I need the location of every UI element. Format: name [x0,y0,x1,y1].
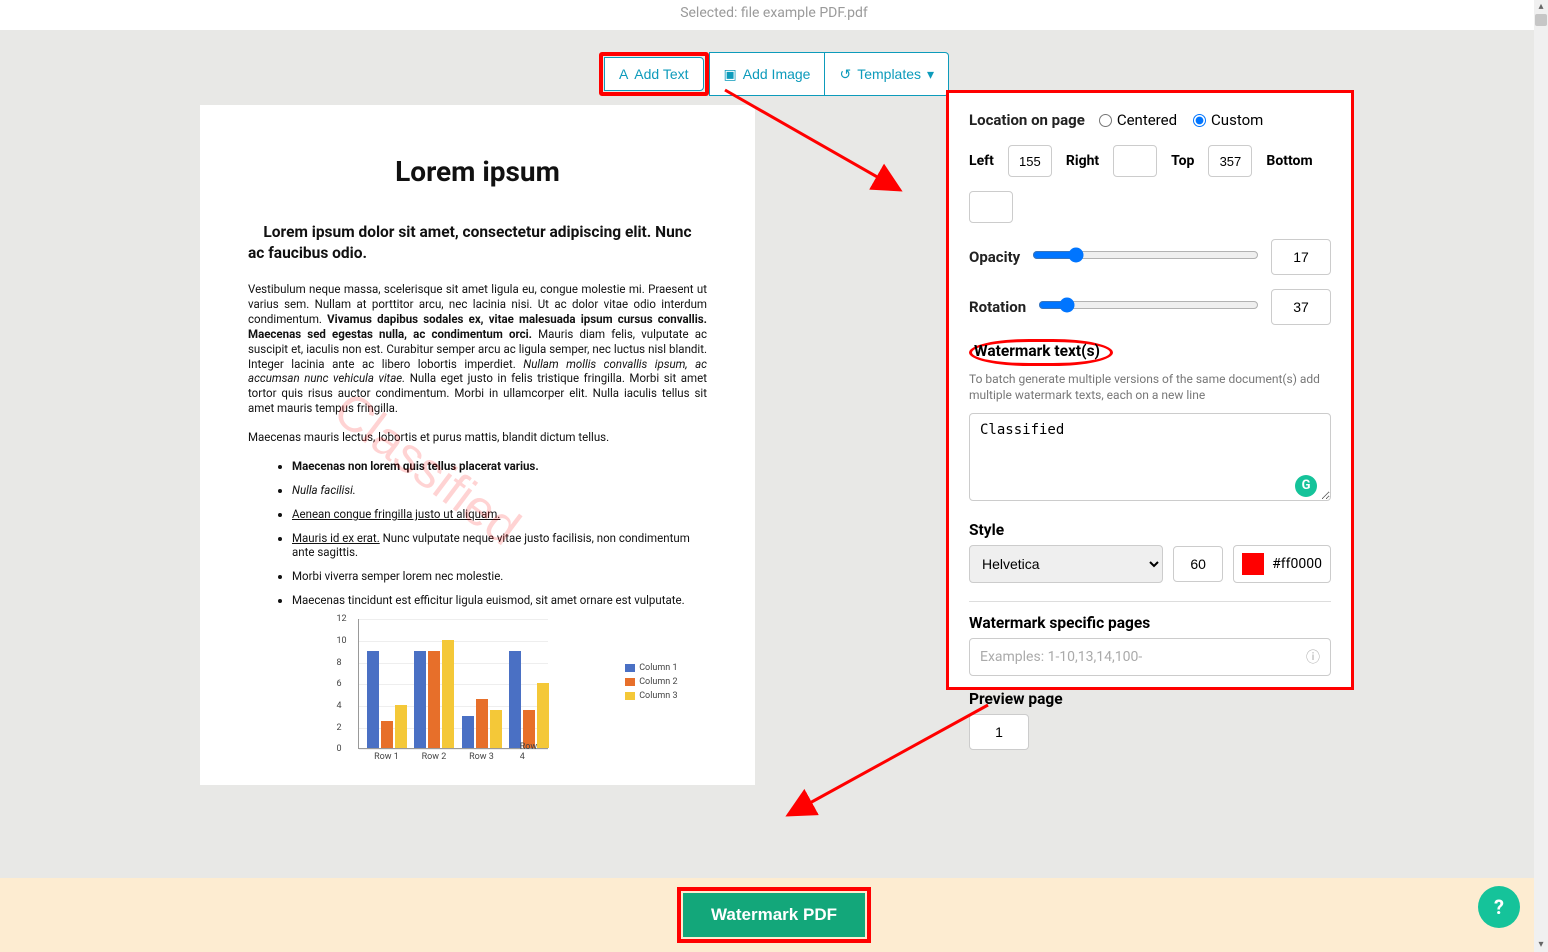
templates-label: Templates [857,66,921,82]
doc-para2: Maecenas mauris lectus, lobortis et puru… [248,430,707,445]
bottom-label: Bottom [1266,153,1312,169]
doc-subhead: Lorem ipsum dolor sit amet, consectetur … [248,222,707,264]
list-item: Nulla facilisi. [292,483,707,497]
chevron-down-icon: ▾ [927,66,934,83]
font-select[interactable]: Helvetica [969,545,1163,583]
add-text-label: Add Text [634,66,688,82]
chart: 024681012Row 1Row 2Row 3Row 4 Column 1Co… [248,619,707,769]
image-icon: ▣ [724,66,737,83]
opacity-input[interactable] [1271,239,1331,275]
rotation-label: Rotation [969,298,1026,316]
doc-para1: Vestibulum neque massa, scelerisque sit … [248,282,707,416]
left-label: Left [969,153,994,169]
radio-custom[interactable]: Custom [1193,111,1263,129]
annotation-arrow [720,85,920,285]
opacity-label: Opacity [969,248,1020,266]
radio-centered[interactable]: Centered [1099,111,1177,129]
font-size-input[interactable] [1173,546,1223,582]
settings-panel: Location on page Centered Custom Left Ri… [946,90,1354,690]
opacity-slider[interactable] [1032,247,1259,263]
scrollbar-thumb[interactable] [1535,14,1547,26]
annotation-arrow [778,700,998,830]
bottom-action-bar: Watermark PDF [0,878,1548,952]
pages-title: Watermark specific pages [969,614,1331,632]
top-input[interactable] [1208,145,1252,177]
top-label: Top [1171,153,1194,169]
color-picker[interactable]: #ff0000 [1233,545,1331,583]
scroll-up-icon[interactable]: ▴ [1535,0,1547,14]
selected-file-text: Selected: file example PDF.pdf [680,5,868,21]
bottom-input[interactable] [969,191,1013,223]
preview-page-title: Preview page [969,690,1331,708]
chart-legend: Column 1Column 2Column 3 [625,663,677,705]
help-icon[interactable]: ⓘ [1306,647,1320,667]
help-fab[interactable]: ? [1478,886,1520,928]
style-title: Style [969,521,1331,539]
watermark-help: To batch generate multiple versions of t… [969,372,1331,403]
history-icon: ↺ [839,66,851,83]
add-text-highlight: A Add Text [599,52,709,96]
left-input[interactable] [1008,145,1052,177]
question-icon: ? [1494,895,1504,919]
color-swatch [1242,553,1264,575]
text-icon: A [619,66,628,82]
selected-file-bar: Selected: file example PDF.pdf [0,0,1548,30]
list-item: Maecenas tincidunt est efficitur ligula … [292,593,707,607]
rotation-input[interactable] [1271,289,1331,325]
list-item: Mauris id ex erat. Nunc vulputate neque … [292,531,707,559]
location-label: Location on page [969,111,1085,129]
watermark-pdf-button[interactable]: Watermark PDF [683,893,865,937]
list-item: Maecenas non lorem quis tellus placerat … [292,459,707,473]
add-image-label: Add Image [743,66,811,82]
action-highlight: Watermark PDF [677,887,871,943]
scrollbar[interactable]: ▴ ▾ [1534,0,1548,952]
color-hex: #ff0000 [1272,556,1322,572]
pages-input[interactable]: Examples: 1-10,13,14,100- ⓘ [969,638,1331,676]
scroll-down-icon[interactable]: ▾ [1535,938,1547,952]
watermark-text-title: Watermark text(s) [969,339,1331,366]
list-item: Aenean congue fringilla justo ut aliquam… [292,507,707,521]
doc-list: Maecenas non lorem quis tellus placerat … [248,459,707,607]
add-text-button[interactable]: A Add Text [604,57,704,91]
right-label: Right [1066,153,1099,169]
right-input[interactable] [1113,145,1157,177]
doc-title: Lorem ipsum [248,155,707,188]
rotation-slider[interactable] [1038,297,1259,313]
watermark-textarea[interactable] [969,413,1331,501]
pdf-preview: Lorem ipsum Lorem ipsum dolor sit amet, … [200,105,755,785]
list-item: Morbi viverra semper lorem nec molestie. [292,569,707,583]
